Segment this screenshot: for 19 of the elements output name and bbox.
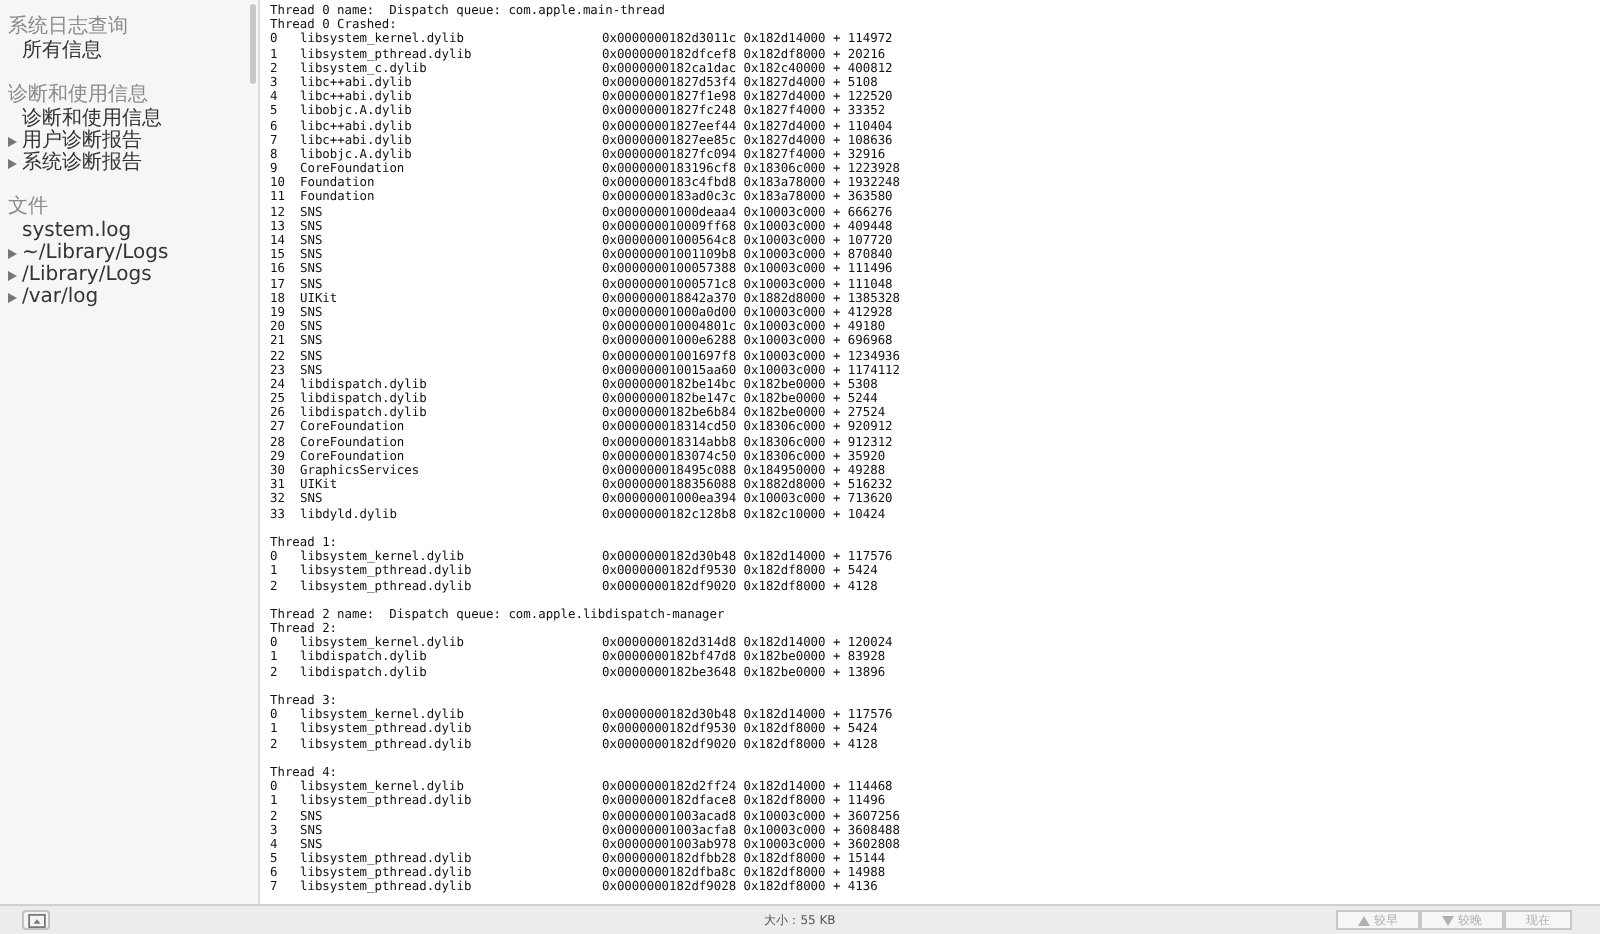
sidebar-toggle-button[interactable] — [22, 910, 50, 930]
disclosure-triangle-icon[interactable] — [6, 157, 18, 169]
sidebar-item[interactable]: system.log — [22, 220, 132, 242]
sidebar-header: 系统日志查询 — [6, 16, 128, 38]
disclosure-triangle-icon[interactable] — [6, 291, 18, 303]
sidebar-header: 诊断和使用信息 — [6, 84, 148, 106]
up-triangle-icon — [1358, 915, 1370, 925]
sidebar-item[interactable]: 诊断和使用信息 — [22, 108, 162, 130]
sidebar-item[interactable]: 所有信息 — [22, 40, 102, 62]
sidebar-item[interactable]: 用户诊断报告 — [22, 130, 142, 152]
disclosure-triangle-icon[interactable] — [6, 247, 18, 259]
disclosure-triangle-icon[interactable] — [6, 135, 18, 147]
down-triangle-icon — [1442, 915, 1454, 925]
sidebar-item[interactable]: ~/Library/Logs — [22, 242, 169, 264]
sidebar-item[interactable]: /var/log — [22, 286, 99, 308]
disclosure-triangle-icon[interactable] — [6, 269, 18, 281]
sidebar-item[interactable]: 系统诊断报告 — [22, 152, 142, 174]
sidebar-item[interactable]: /Library/Logs — [22, 264, 152, 286]
sidebar-header: 文件 — [6, 196, 48, 218]
